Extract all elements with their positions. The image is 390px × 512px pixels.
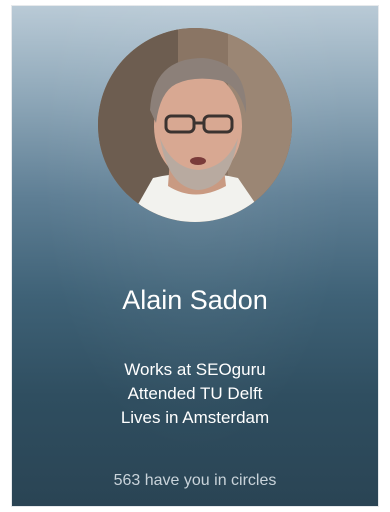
circles-count[interactable]: 563 have you in circles	[12, 470, 378, 492]
profile-name[interactable]: Alain Sadon	[12, 283, 378, 317]
profile-photo	[98, 28, 292, 222]
work-info: Works at SEOguru	[124, 360, 266, 379]
avatar[interactable]	[98, 28, 292, 222]
profile-details: Works at SEOguru Attended TU Delft Lives…	[12, 358, 378, 430]
location-info: Lives in Amsterdam	[120, 408, 270, 427]
education-info: Attended TU Delft	[127, 384, 263, 403]
profile-card[interactable]: Alain Sadon Works at SEOguru Attended TU…	[12, 6, 378, 506]
